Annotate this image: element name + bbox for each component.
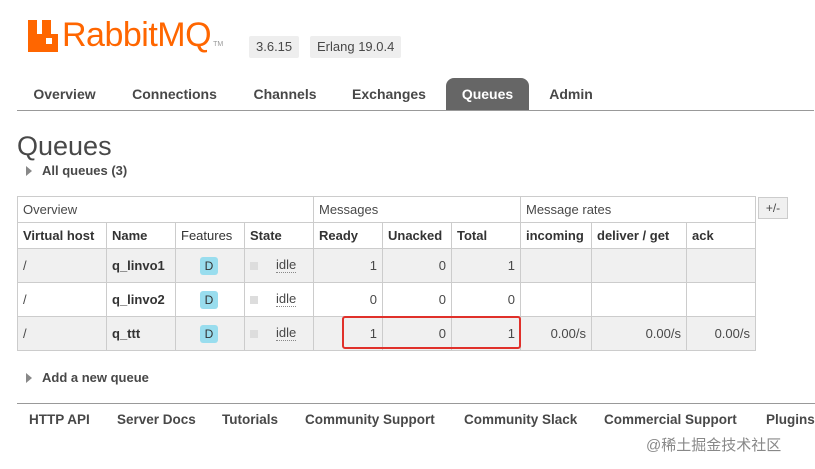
cell-ack (686, 248, 756, 283)
add-queue-toggle[interactable]: Add a new queue (26, 370, 149, 385)
cell-vhost: / (17, 316, 107, 351)
erlang-version: Erlang 19.0.4 (310, 36, 402, 58)
table-row: / q_ttt D idle 1 0 1 0.00/s 0.00/s 0.00/… (17, 316, 756, 351)
footer-link-community-support[interactable]: Community Support (305, 412, 435, 427)
footer-link-server-docs[interactable]: Server Docs (117, 412, 196, 427)
durable-badge: D (200, 290, 218, 309)
cell-vhost: / (17, 248, 107, 283)
cell-deliver-get (591, 248, 687, 283)
cell-features: D (175, 248, 245, 283)
rabbitmq-logo[interactable]: RabbitMQ TM (28, 18, 223, 52)
footer-link-http-api[interactable]: HTTP API (29, 412, 90, 427)
cell-ack: 0.00/s (686, 316, 756, 351)
cell-ready: 1 (313, 316, 383, 351)
cell-deliver-get: 0.00/s (591, 316, 687, 351)
group-messages: Messages (313, 196, 521, 223)
expand-triangle-icon (26, 165, 32, 176)
col-name[interactable]: Name (106, 222, 176, 249)
tab-overview[interactable]: Overview (17, 78, 112, 110)
col-total[interactable]: Total (451, 222, 521, 249)
cell-vhost: / (17, 282, 107, 317)
col-ack[interactable]: ack (686, 222, 756, 249)
footer-link-plugins[interactable]: Plugins (766, 412, 815, 427)
cell-ready: 1 (313, 248, 383, 283)
page-title: Queues (17, 131, 112, 161)
cell-unacked: 0 (382, 316, 452, 351)
tab-channels[interactable]: Channels (239, 78, 331, 110)
group-message-rates: Message rates (520, 196, 756, 223)
rabbitmq-version: 3.6.15 (249, 36, 300, 58)
cell-incoming (520, 282, 592, 317)
state-text: idle (276, 257, 297, 273)
cell-unacked: 0 (382, 282, 452, 317)
tab-admin[interactable]: Admin (539, 78, 603, 110)
tab-exchanges[interactable]: Exchanges (341, 78, 437, 110)
footer-link-community-slack[interactable]: Community Slack (464, 412, 577, 427)
state-square-icon (250, 261, 258, 270)
cell-unacked: 0 (382, 248, 452, 283)
table-row: / q_linvo2 D idle 0 0 0 (17, 282, 756, 317)
cell-features: D (175, 316, 245, 351)
queue-name-link[interactable]: q_linvo2 (106, 282, 176, 317)
col-virtual-host[interactable]: Virtual host (17, 222, 107, 249)
queue-name-link[interactable]: q_linvo1 (106, 248, 176, 283)
col-features: Features (175, 222, 245, 249)
main-nav: Overview Connections Channels Exchanges … (17, 78, 814, 111)
cell-ready: 0 (313, 282, 383, 317)
rabbit-logo-icon (28, 20, 58, 52)
cell-deliver-get (591, 282, 687, 317)
col-ready[interactable]: Ready (313, 222, 383, 249)
col-incoming[interactable]: incoming (520, 222, 592, 249)
cell-incoming (520, 248, 592, 283)
trademark: TM (213, 41, 224, 48)
cell-state: idle (244, 282, 314, 317)
expand-triangle-icon (26, 372, 32, 383)
cell-state: idle (244, 316, 314, 351)
col-state[interactable]: State (244, 222, 314, 249)
queues-table: Overview Messages Message rates Virtual … (17, 196, 756, 351)
col-deliver-get[interactable]: deliver / get (591, 222, 687, 249)
state-text: idle (276, 325, 297, 341)
durable-badge: D (200, 324, 218, 343)
cell-total: 1 (451, 248, 521, 283)
cell-features: D (175, 282, 245, 317)
cell-ack (686, 282, 756, 317)
tab-queues[interactable]: Queues (446, 78, 529, 110)
footer-link-tutorials[interactable]: Tutorials (222, 412, 278, 427)
tab-connections[interactable]: Connections (122, 78, 227, 110)
all-queues-label: All queues (3) (42, 163, 128, 178)
footer-link-commercial-support[interactable]: Commercial Support (604, 412, 737, 427)
cell-total: 1 (451, 316, 521, 351)
table-row: / q_linvo1 D idle 1 0 1 (17, 248, 756, 283)
cell-total: 0 (451, 282, 521, 317)
header: RabbitMQ TM 3.6.15 Erlang 19.0.4 (0, 0, 815, 70)
state-square-icon (250, 295, 258, 304)
column-toggle-button[interactable]: +/- (758, 197, 788, 219)
queue-name-link[interactable]: q_ttt (106, 316, 176, 351)
watermark: @稀土掘金技术社区 (646, 437, 782, 454)
state-square-icon (250, 329, 258, 338)
group-overview: Overview (17, 196, 314, 223)
add-queue-label: Add a new queue (42, 370, 149, 385)
col-unacked[interactable]: Unacked (382, 222, 452, 249)
all-queues-toggle[interactable]: All queues (3) (26, 163, 127, 178)
durable-badge: D (200, 256, 218, 275)
brand-name: RabbitMQ (62, 16, 212, 54)
state-text: idle (276, 291, 297, 307)
cell-incoming: 0.00/s (520, 316, 592, 351)
cell-state: idle (244, 248, 314, 283)
